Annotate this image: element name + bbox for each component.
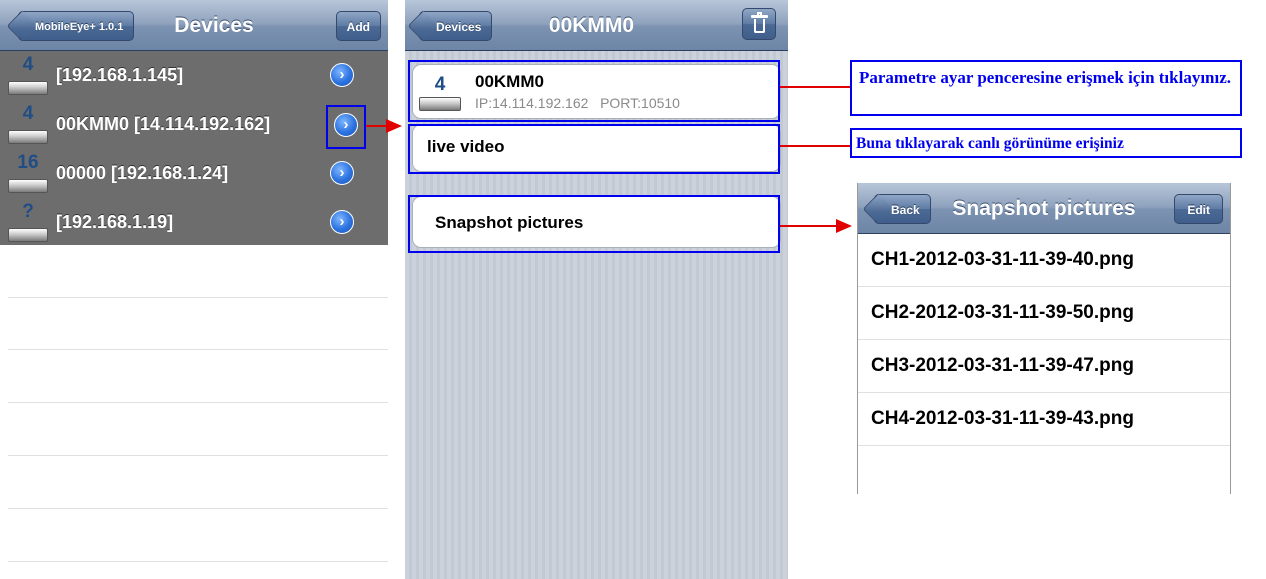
empty-row-separator: [8, 402, 388, 403]
mobileeye-back-button[interactable]: MobileEye+ 1.0.1: [18, 11, 135, 41]
snapshot-pictures-screen: Snapshot pictures Back Edit CH1-2012-03-…: [857, 183, 1231, 494]
empty-row-separator: [8, 561, 388, 562]
trash-icon[interactable]: [742, 8, 776, 40]
device-label: 00000 [192.168.1.24]: [56, 163, 229, 183]
live-connector: [780, 145, 850, 147]
snapshot-connector: [780, 225, 840, 227]
live-video-highlight-box: [408, 124, 780, 174]
disclosure-icon[interactable]: ›: [330, 161, 354, 185]
device-label: [192.168.1.145]: [56, 65, 184, 85]
empty-row-separator: [8, 508, 388, 509]
dvr-channel-count: 16: [17, 152, 39, 173]
snapshot-arrow-head: [836, 219, 852, 233]
dvr-icon: 4: [8, 103, 48, 144]
devices-back-button[interactable]: Devices: [419, 11, 493, 41]
snapshot-filename: CH1-2012-03-31-11-39-40.png: [871, 249, 1134, 270]
snapshot-highlight-box: [408, 195, 780, 253]
disclosure-icon[interactable]: ›: [330, 63, 354, 87]
arrow-head: [386, 119, 402, 133]
snapshot-filename: CH4-2012-03-31-11-39-43.png: [871, 408, 1134, 429]
disclosure-highlight-box: [326, 105, 366, 149]
parametre-connector: [780, 86, 850, 88]
dvr-icon: 4: [8, 54, 48, 95]
device-row[interactable]: ? [192.168.1.19] ›: [0, 198, 388, 246]
device-label: [192.168.1.19]: [56, 212, 174, 232]
devices-back-label: Devices: [436, 20, 482, 34]
dvr-icon: ?: [8, 201, 48, 242]
devices-navbar: Devices MobileEye+ 1.0.1 Add: [0, 0, 388, 51]
mobileeye-back-label: MobileEye+ 1.0.1: [35, 21, 124, 33]
empty-row-separator: [8, 297, 388, 298]
snapshot-file-row[interactable]: CH3-2012-03-31-11-39-47.png: [858, 340, 1230, 393]
snapshot-filename: CH2-2012-03-31-11-39-50.png: [871, 302, 1134, 323]
snapshot-file-row[interactable]: CH2-2012-03-31-11-39-50.png: [858, 287, 1230, 340]
device-row[interactable]: 16 00000 [192.168.1.24] ›: [0, 149, 388, 197]
dvr-channel-count: ?: [22, 201, 34, 222]
dvr-channel-count: 4: [22, 54, 34, 75]
device-detail-navbar: 00KMM0 Devices: [405, 0, 788, 51]
disclosure-icon[interactable]: ›: [330, 210, 354, 234]
parametre-callout: Parametre ayar penceresine erişmek için …: [850, 60, 1242, 116]
back-button[interactable]: Back: [874, 194, 931, 224]
device-row[interactable]: 4 [192.168.1.145] ›: [0, 51, 388, 99]
devices-screen: Devices MobileEye+ 1.0.1 Add 4 [192.168.…: [0, 0, 388, 579]
dvr-channel-count: 4: [22, 103, 34, 124]
empty-row-separator: [8, 349, 388, 350]
snapshot-file-row[interactable]: CH4-2012-03-31-11-39-43.png: [858, 393, 1230, 446]
snapshot-file-row[interactable]: CH1-2012-03-31-11-39-40.png: [858, 234, 1230, 287]
snapshot-filename: CH3-2012-03-31-11-39-47.png: [871, 355, 1134, 376]
back-label: Back: [891, 203, 920, 217]
dvr-icon: 16: [8, 152, 48, 193]
empty-row-separator: [8, 455, 388, 456]
device-cell-highlight-box: [408, 60, 780, 122]
arrow-line: [366, 125, 388, 127]
add-device-button[interactable]: Add: [335, 11, 381, 41]
live-view-callout: Buna tıklayarak canlı görünüme erişiniz: [850, 128, 1242, 158]
snapshot-navbar: Snapshot pictures Back Edit: [858, 183, 1230, 234]
device-label: 00KMM0 [14.114.192.162]: [56, 114, 271, 134]
edit-button[interactable]: Edit: [1174, 194, 1223, 224]
